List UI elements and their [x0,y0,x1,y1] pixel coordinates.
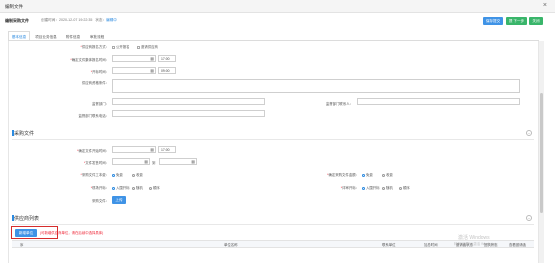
doc-time-label: *确定文件集体报名时间： [70,58,109,62]
save-button[interactable]: 保存提交 [483,17,503,25]
file-start-date-input[interactable]: ▦ [112,146,156,153]
calendar-icon: ▦ [150,147,154,152]
registration-mode-label: *供应商报名方式： [80,45,109,49]
document-header: 编制采购文件 创建时间：2020-12-07 19:22:35 状态：编辑中 保… [0,13,555,28]
supervisor-dept-label: 监督部门： [92,102,109,106]
status-label: 状态： [95,18,107,22]
column-total-time: 加总时间 [424,243,438,247]
registration-invite-option[interactable]: 邀请供应商 [137,44,158,49]
close-button[interactable]: 关闭 [529,17,543,25]
next-step-button[interactable]: 提 下一步 [506,17,527,25]
fee-paid-radio[interactable]: 收费 [132,172,143,177]
bid-open-time-select[interactable]: 09:00 [158,67,176,74]
onsite-order-radio[interactable]: 顺序 [149,185,160,190]
created-time: 2020-12-07 19:22:35 [58,18,93,22]
close-icon[interactable]: × [543,2,547,10]
file-start-time-select[interactable]: 17:00 [158,146,176,153]
onsite-open-label: *现场开标： [90,186,109,190]
activation-watermark: 激活 Windows [458,235,490,241]
supervisor-phone-label: 监督部门联系电话： [78,114,109,118]
scrollbar-thumb[interactable] [540,93,543,213]
purchase-file-label: 采购文件： [92,199,109,203]
amount-free-radio[interactable]: 免费 [362,172,373,177]
activation-watermark-subtext: 转到"设置"以激活 Windows。 [454,242,499,246]
review-order-radio[interactable]: 顺序 [399,185,410,190]
supervisor-contact-input[interactable] [357,98,520,105]
onsite-random-radio[interactable]: 随机 [132,185,143,190]
file-start-time-label: *确定文件开始时间： [77,149,109,153]
file-sale-end-input[interactable]: ▦ [159,158,197,165]
calendar-icon: ▦ [150,68,154,73]
doc-date-input[interactable]: ▦ [112,55,156,62]
bid-open-time-label: *开标时间： [90,70,109,74]
qualification-textarea[interactable] [112,79,520,93]
doc-time-select[interactable]: 17:00 [158,55,176,62]
calendar-icon: ▦ [144,159,148,164]
section-files-title: 采购文件 [14,131,35,137]
window-titlebar: 编制文件 × [0,0,555,13]
review-shortlist-radio[interactable]: 入围开标 [362,185,380,190]
file-amount-label: *确定采购文件金额： [327,173,359,177]
amount-paid-radio[interactable]: 收费 [382,172,393,177]
section-divider [12,224,534,225]
window-title: 编制文件 [5,4,23,9]
registration-open-option[interactable]: 公开报名 [112,44,130,49]
section-divider [12,139,534,140]
collapse-icon[interactable]: – [526,130,532,136]
file-fee-label: *采购文件工本费： [80,173,109,177]
file-sale-time-label: *文件发售时间： [83,161,109,165]
file-sale-start-input[interactable]: ▦ [112,158,150,165]
column-unit-name: 单位名称 [224,243,238,247]
onsite-shortlist-radio[interactable]: 入围开标 [112,185,130,190]
column-index: 序 [20,243,24,247]
review-random-radio[interactable]: 随机 [382,185,393,190]
date-range-separator: 到 [152,161,156,165]
document-meta: 创建时间：2020-12-07 19:22:35 状态：编辑中 [41,18,117,23]
collapse-icon[interactable]: – [526,215,532,221]
fee-free-radio[interactable]: 免费 [112,172,123,177]
supervisor-contact-label: 监督部门联系人： [325,102,353,106]
review-open-label: *评审开标： [340,186,359,190]
add-supplier-hint: (可新增供应商单位，请在后续中选择具体) [40,231,104,235]
upload-button[interactable]: 上传 [112,196,126,204]
qualification-label: 供应商资格条件： [81,81,109,85]
calendar-icon: ▦ [150,56,154,61]
created-label: 创建时间： [41,18,59,22]
supervisor-phone-input[interactable] [112,110,265,117]
calendar-icon: ▦ [191,159,195,164]
status-badge: 编辑中 [106,18,117,22]
column-view-invite: 查看邀请函 [509,243,526,247]
column-contact-unit: 联系单位 [382,243,396,247]
document-name: 编制采购文件 [5,18,29,23]
bid-open-date-input[interactable]: ▦ [112,67,156,74]
section-suppliers-title: 供应商列表 [14,216,40,222]
supervisor-dept-input[interactable] [112,98,265,105]
vertical-scrollbar[interactable] [539,41,544,263]
